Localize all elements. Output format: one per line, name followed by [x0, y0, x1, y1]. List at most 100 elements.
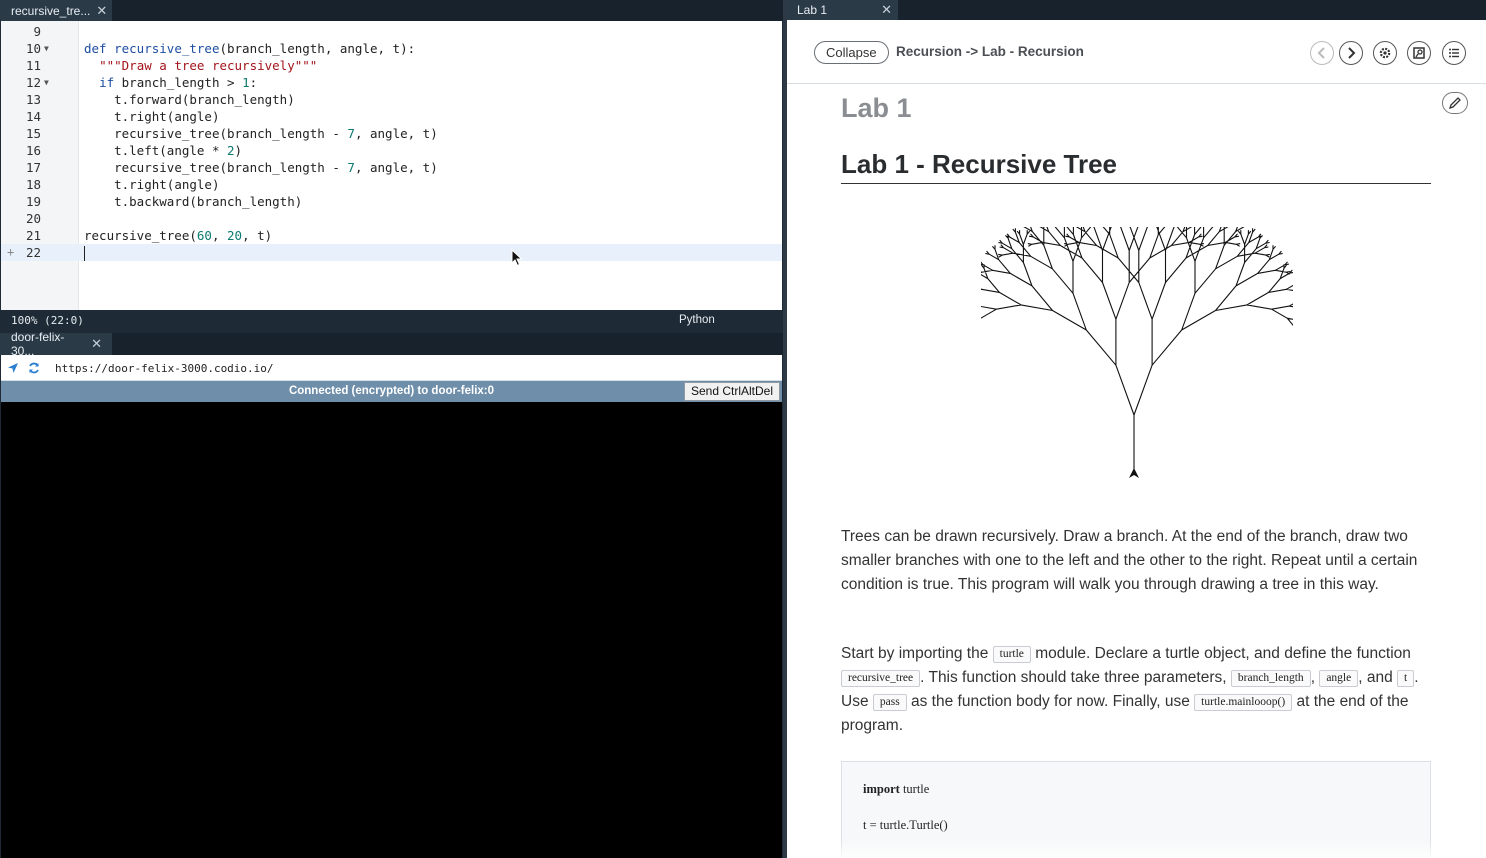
edit-button[interactable]	[1442, 92, 1468, 114]
code-text: t.right(angle)	[114, 109, 220, 124]
line-number: 14	[25, 109, 41, 124]
pencil-icon	[1448, 97, 1461, 110]
guide-tabbar: Lab 1 ✕	[787, 0, 1486, 20]
code-line[interactable]: 14 t.right(angle)	[1, 108, 782, 125]
chevron-left-icon	[1317, 47, 1325, 59]
cursor-position: 100% (22:0)	[11, 314, 84, 327]
ide-window: recursive_tre... ✕ 9 10 ▼ def recursive_…	[0, 0, 1486, 858]
code-line[interactable]: 21 recursive_tree(60, 20, t)	[1, 227, 782, 244]
line-number: 19	[25, 194, 41, 209]
code-editor[interactable]: 9 10 ▼ def recursive_tree(branch_length,…	[1, 21, 782, 310]
fold-arrow-icon[interactable]: ▼	[44, 40, 49, 57]
close-icon[interactable]: ✕	[91, 336, 102, 352]
inline-code: turtle	[992, 646, 1031, 663]
breadcrumb: Recursion -> Lab - Recursion	[896, 44, 1084, 59]
collapse-button[interactable]: Collapse	[814, 41, 889, 64]
code-text: t.backward(branch_length)	[114, 194, 303, 209]
next-button[interactable]	[1339, 41, 1363, 65]
browser-tabbar: door-felix-30... ✕	[0, 330, 783, 358]
contents-button[interactable]	[1442, 41, 1466, 65]
code-text: t.forward(branch_length)	[114, 92, 295, 107]
inline-code: t	[1397, 670, 1415, 687]
code-text: recursive_tree(60, 20, t)	[84, 228, 273, 243]
tab-label: Lab 1	[797, 3, 828, 17]
vnc-display[interactable]	[1, 402, 782, 858]
line-number: 15	[25, 126, 41, 141]
browser-urlbar: https://door-felix-3000.codio.io/	[1, 355, 782, 381]
lab-title: Lab 1 - Recursive Tree	[841, 149, 1118, 179]
vnc-status-bar: Connected (encrypted) to door-felix:0 Se…	[1, 381, 782, 402]
left-column: recursive_tre... ✕ 9 10 ▼ def recursive_…	[0, 0, 783, 858]
code-line[interactable]: 20	[1, 210, 782, 227]
code-text: recursive_tree(branch_length - 7, angle,…	[114, 160, 438, 175]
url-input[interactable]: https://door-felix-3000.codio.io/	[55, 362, 274, 375]
code-line[interactable]: 13 t.forward(branch_length)	[1, 91, 782, 108]
code-line[interactable]: 11 """Draw a tree recursively"""	[1, 57, 782, 74]
tab-door-felix[interactable]: door-felix-30... ✕	[0, 330, 112, 358]
inline-code: recursive_tree	[841, 670, 921, 687]
code-text: if branch_length > 1:	[99, 75, 258, 90]
code-text: """Draw a tree recursively"""	[99, 58, 318, 73]
recursive-tree-image	[981, 227, 1293, 478]
mouse-pointer-icon	[511, 249, 523, 267]
tree-branches	[981, 227, 1293, 475]
code-line[interactable]: 17 recursive_tree(branch_length - 7, ang…	[1, 159, 782, 176]
inline-code: angle	[1319, 670, 1359, 687]
code-line[interactable]: 12 ▼ if branch_length > 1:	[1, 74, 782, 91]
line-number: 22	[25, 245, 41, 260]
navigate-arrow-icon[interactable]	[7, 362, 19, 374]
line-number: 10	[25, 41, 41, 56]
code-sample-line: t = turtle.Turtle()	[863, 818, 948, 832]
title-divider	[841, 183, 1431, 184]
editor-tabbar: recursive_tre... ✕	[0, 0, 783, 21]
previous-button[interactable]	[1310, 41, 1334, 65]
code-line[interactable]: 9	[1, 23, 782, 40]
reader-icon	[1413, 47, 1425, 59]
code-line-active[interactable]: + 22	[1, 244, 782, 261]
line-number: 12	[25, 75, 41, 90]
code-line[interactable]: 10 ▼ def recursive_tree(branch_length, a…	[1, 40, 782, 57]
scroll-fade	[787, 840, 1486, 858]
line-number: 21	[25, 228, 41, 243]
code-line[interactable]: 18 t.right(angle)	[1, 176, 782, 193]
tab-recursive-tree[interactable]: recursive_tre... ✕	[0, 0, 112, 21]
settings-button[interactable]	[1373, 41, 1397, 65]
inline-code: pass	[872, 694, 907, 711]
code-text: def recursive_tree(branch_length, angle,…	[84, 41, 416, 56]
close-icon[interactable]: ✕	[96, 3, 107, 19]
tab-label: door-felix-30...	[11, 330, 65, 358]
inline-code: branch_length	[1230, 670, 1311, 687]
code-text: recursive_tree(branch_length - 7, angle,…	[114, 126, 438, 141]
refresh-icon[interactable]	[28, 362, 40, 374]
page-heading: Lab 1	[841, 93, 912, 123]
editor-statusbar: 100% (22:0) Python	[0, 310, 783, 331]
line-number: 9	[33, 24, 41, 39]
line-number: 11	[25, 58, 41, 73]
code-text: t.left(angle * 2)	[114, 143, 243, 158]
list-icon	[1449, 48, 1459, 58]
code-line[interactable]: 19 t.backward(branch_length)	[1, 193, 782, 210]
gear-icon	[1379, 47, 1391, 59]
line-number: 13	[25, 92, 41, 107]
language-mode[interactable]: Python	[679, 314, 715, 326]
guide-content: Lab 1 Lab 1 - Recursive Tree Trees can b…	[787, 85, 1486, 858]
code-text: t.right(angle)	[114, 177, 220, 192]
guide-toolbar: Collapse Recursion -> Lab - Recursion	[787, 20, 1486, 84]
send-ctrlaltdel-button[interactable]: Send CtrlAltDel	[683, 382, 780, 401]
tab-lab-1[interactable]: Lab 1 ✕	[787, 0, 898, 20]
line-number: 17	[25, 160, 41, 175]
close-icon[interactable]: ✕	[881, 2, 892, 18]
intro-paragraph: Trees can be drawn recursively. Draw a b…	[841, 528, 1418, 593]
code-line[interactable]: 15 recursive_tree(branch_length - 7, ang…	[1, 125, 782, 142]
reader-button[interactable]	[1407, 41, 1431, 65]
line-number: 18	[25, 177, 41, 192]
chevron-right-icon	[1348, 47, 1356, 59]
inline-code: turtle.mainlooop()	[1194, 694, 1293, 711]
code-text	[84, 244, 85, 261]
code-line[interactable]: 16 t.left(angle * 2)	[1, 142, 782, 159]
guide-panel: Lab 1 ✕ Collapse Recursion -> Lab - Recu…	[787, 0, 1486, 858]
code-sample-line: import turtle	[863, 782, 930, 796]
fold-arrow-icon[interactable]: ▼	[44, 74, 49, 91]
connection-message: Connected (encrypted) to door-felix:0	[288, 385, 495, 397]
text-cursor	[84, 246, 85, 261]
